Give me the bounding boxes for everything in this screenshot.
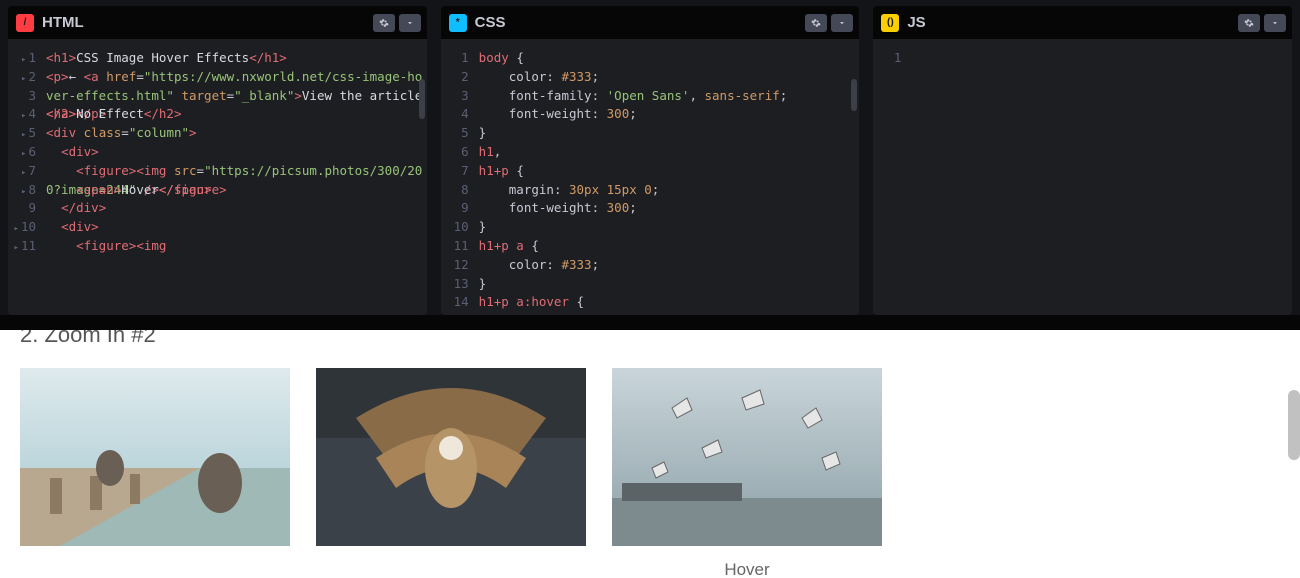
preview-heading: 2. Zoom In #2 — [20, 330, 1280, 348]
preview-scrollbar[interactable] — [1288, 390, 1300, 460]
pane-header-css: * CSS — [441, 6, 860, 39]
pane-title-html: HTML — [42, 14, 84, 31]
scrollbar[interactable] — [851, 79, 857, 111]
js-editor[interactable]: 1 — [873, 39, 1292, 315]
css-icon: * — [449, 14, 467, 32]
settings-button[interactable] — [805, 14, 827, 32]
js-icon: () — [881, 14, 899, 32]
chevron-down-button[interactable] — [1264, 14, 1286, 32]
html-editor[interactable]: ▸1▸23▸4▸5▸6▸7▸89▸10▸11 <h1>CSS Image Hov… — [8, 39, 427, 315]
preview-image — [612, 368, 882, 546]
preview-image — [316, 368, 586, 546]
chevron-down-button[interactable] — [831, 14, 853, 32]
html-icon: / — [16, 14, 34, 32]
settings-button[interactable] — [1238, 14, 1260, 32]
hover-caption: Hover — [724, 560, 769, 578]
html-pane: / HTML ▸1▸23▸4▸5▸6▸7▸89▸10▸11 <h1>CSS Im… — [8, 6, 427, 315]
preview-pane[interactable]: 2. Zoom In #2 — [0, 330, 1300, 578]
divider[interactable] — [0, 315, 1300, 330]
preview-cards: Hover — [20, 368, 1280, 578]
pane-header-html: / HTML — [8, 6, 427, 39]
preview-card[interactable]: Hover — [612, 368, 882, 578]
editor-area: / HTML ▸1▸23▸4▸5▸6▸7▸89▸10▸11 <h1>CSS Im… — [0, 0, 1300, 315]
pane-title-css: CSS — [475, 14, 506, 31]
preview-image — [20, 368, 290, 546]
css-editor[interactable]: 123456789101112131415 body { color: #333… — [441, 39, 860, 315]
preview-card[interactable] — [20, 368, 290, 578]
js-pane: () JS 1 — [873, 6, 1292, 315]
preview-card[interactable] — [316, 368, 586, 578]
pane-header-js: () JS — [873, 6, 1292, 39]
scrollbar[interactable] — [419, 79, 425, 119]
chevron-down-button[interactable] — [399, 14, 421, 32]
css-pane: * CSS 123456789101112131415 body { color… — [441, 6, 860, 315]
pane-title-js: JS — [907, 14, 925, 31]
settings-button[interactable] — [373, 14, 395, 32]
